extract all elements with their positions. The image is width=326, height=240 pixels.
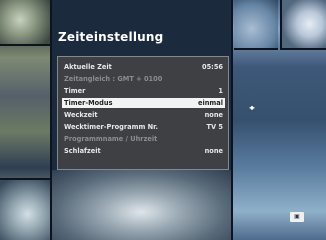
- menu-item-zeitangleich: Zeitangleich : GMT + 0100: [62, 74, 225, 84]
- tile-divider: [231, 0, 233, 240]
- background-photo-tile: [280, 0, 326, 50]
- menu-item-label: Zeitangleich : GMT + 0100: [64, 75, 163, 83]
- left-right-arrows-icon: ◂▸: [249, 103, 255, 112]
- menu-item-schlafzeit[interactable]: Schlafzeit none: [62, 146, 225, 156]
- menu-item-label: Timer-Modus: [64, 99, 113, 107]
- tile-divider: [50, 0, 52, 240]
- background-photo-tile: [0, 178, 50, 240]
- menu-item-weckzeit[interactable]: Weckzeit none: [62, 110, 225, 120]
- menu-item-timer[interactable]: Timer 1: [62, 86, 225, 96]
- menu-item-label: Timer: [64, 87, 86, 95]
- menu-item-value: TV 5: [206, 123, 223, 131]
- menu-title: Zeiteinstellung: [58, 30, 164, 44]
- menu-item-label: Wecktimer-Programm Nr.: [64, 123, 158, 131]
- background-photo-tile: [0, 0, 50, 46]
- menu-item-label: Programmname / Uhrzeit: [64, 135, 158, 143]
- menu-item-value: 1: [218, 87, 223, 95]
- settings-menu-panel: Aktuelle Zeit 05:56 Zeitangleich : GMT +…: [57, 56, 229, 170]
- menu-item-label: Weckzeit: [64, 111, 98, 119]
- background-photo-bottom: [50, 170, 232, 240]
- corner-badge-icon: ▣: [290, 212, 304, 222]
- menu-item-aktuelle-zeit[interactable]: Aktuelle Zeit 05:56: [62, 62, 225, 72]
- menu-item-label: Aktuelle Zeit: [64, 63, 112, 71]
- menu-item-label: Schlafzeit: [64, 147, 101, 155]
- menu-item-timer-modus[interactable]: Timer-Modus einmal: [62, 98, 225, 108]
- menu-item-programmname: Programmname / Uhrzeit: [62, 134, 225, 144]
- tv-screen: Zeiteinstellung Aktuelle Zeit 05:56 Zeit…: [0, 0, 326, 240]
- menu-item-value: none: [204, 147, 223, 155]
- menu-item-wecktimer-programm[interactable]: Wecktimer-Programm Nr. TV 5: [62, 122, 225, 132]
- menu-item-value: none: [204, 111, 223, 119]
- menu-item-value: einmal: [197, 99, 223, 107]
- menu-item-value: 05:56: [202, 63, 223, 71]
- background-photo-tile: [234, 0, 278, 50]
